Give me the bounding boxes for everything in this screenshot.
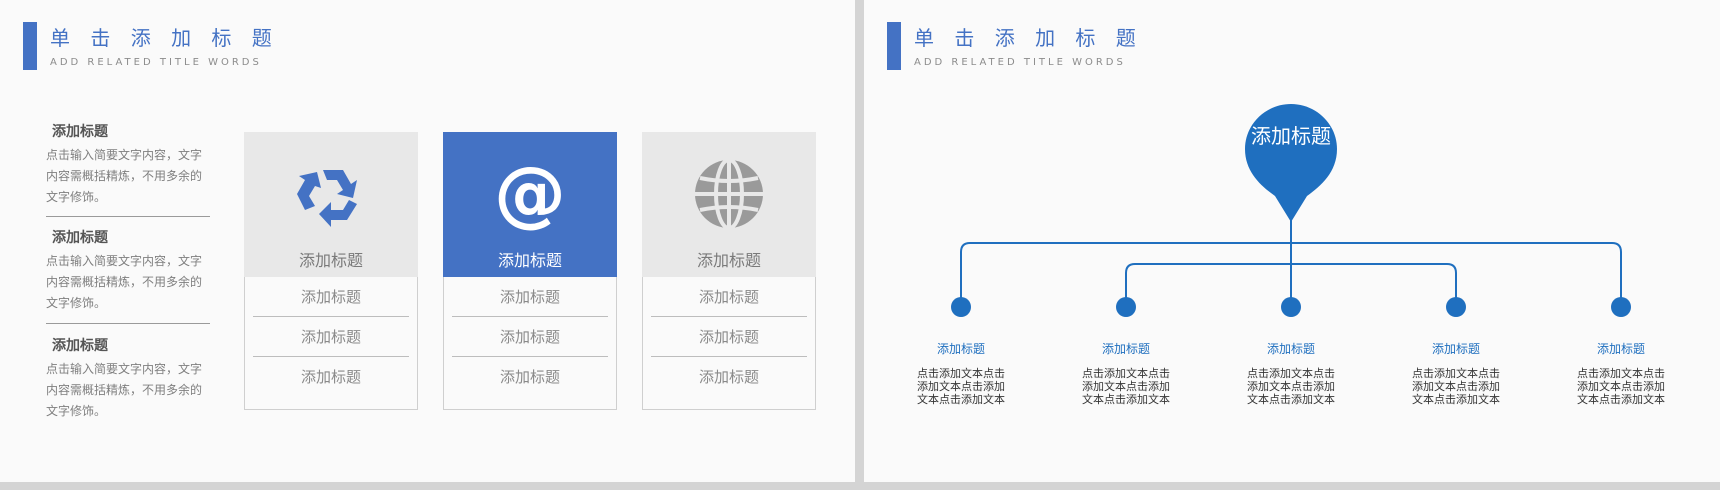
- node-text[interactable]: 点击添加文本点击添加文本点击添加文本点击添加文本: [1078, 367, 1174, 406]
- node-text[interactable]: 点击添加文本点击添加文本点击添加文本点击添加文本: [913, 367, 1009, 406]
- center-title[interactable]: 添加标题: [1245, 124, 1337, 148]
- tree-connectors: [951, 218, 1631, 317]
- node-title[interactable]: 添加标题: [1071, 340, 1181, 357]
- tree-node-dot: [1446, 297, 1466, 317]
- node-text[interactable]: 点击添加文本点击添加文本点击添加文本点击添加文本: [1243, 367, 1339, 406]
- node-text[interactable]: 点击添加文本点击添加文本点击添加文本点击添加文本: [1573, 367, 1669, 406]
- tree-node-dot: [1281, 297, 1301, 317]
- node-title[interactable]: 添加标题: [1236, 340, 1346, 357]
- tree-node-dot: [1611, 297, 1631, 317]
- map-pin-node: [1245, 104, 1337, 222]
- node-title[interactable]: 添加标题: [1566, 340, 1676, 357]
- tree-node-dot: [951, 297, 971, 317]
- node-text[interactable]: 点击添加文本点击添加文本点击添加文本点击添加文本: [1408, 367, 1504, 406]
- tree-node-dot: [1116, 297, 1136, 317]
- node-title[interactable]: 添加标题: [906, 340, 1016, 357]
- node-title[interactable]: 添加标题: [1401, 340, 1511, 357]
